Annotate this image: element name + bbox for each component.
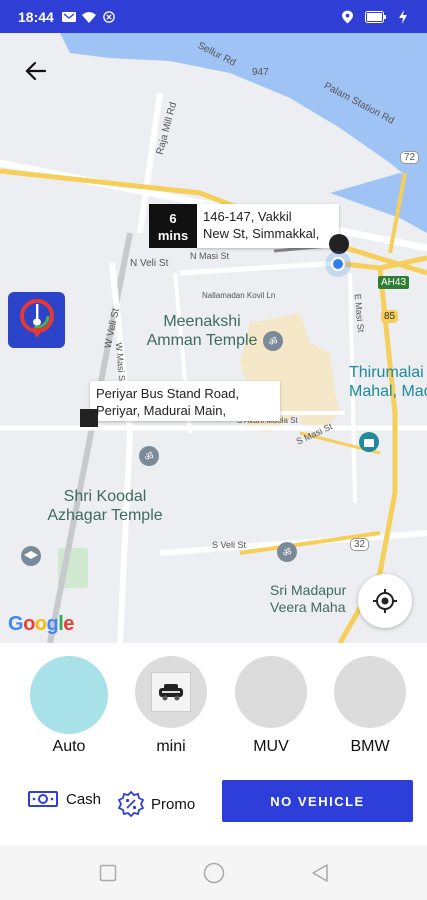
drop-address-label[interactable]: Periyar Bus Stand Road, Periyar, Madurai… bbox=[90, 381, 280, 421]
booking-actions: Cash Promo NO VEHICLE bbox=[0, 780, 427, 824]
guitar-pin-logo-icon bbox=[19, 299, 54, 338]
my-location-button[interactable] bbox=[358, 574, 412, 628]
ride-booking-screen: 18:44 947 72 AH43 85 32 Sellur Rd Palam … bbox=[0, 0, 427, 900]
promo-label: Promo bbox=[151, 795, 196, 813]
route-shield-947: 947 bbox=[252, 67, 269, 78]
status-time: 18:44 bbox=[18, 8, 54, 25]
svg-text:ॐ: ॐ bbox=[144, 451, 153, 463]
vehicle-option-muv[interactable]: MUV bbox=[228, 656, 314, 756]
vehicle-option-auto[interactable]: Auto bbox=[26, 656, 112, 756]
arrow-left-icon bbox=[25, 61, 47, 81]
route-shield-72: 72 bbox=[400, 151, 420, 164]
status-bar: 18:44 bbox=[0, 0, 427, 33]
promo-badge-icon bbox=[117, 790, 145, 818]
location-icon bbox=[342, 10, 353, 23]
pickup-marker bbox=[329, 234, 349, 254]
system-nav-bar bbox=[0, 845, 427, 900]
vehicle-mini-circle bbox=[135, 656, 207, 728]
vehicle-auto-circle bbox=[30, 656, 108, 734]
place-meenakshi: Meenakshi Amman Temple bbox=[146, 313, 258, 349]
wifi-icon bbox=[81, 11, 96, 23]
car-thumbnail-icon bbox=[151, 672, 191, 712]
recents-square-icon[interactable] bbox=[99, 864, 117, 882]
cash-icon bbox=[28, 791, 58, 807]
pickup-address-label[interactable]: 146-147, Vakkil New St, Simmakkal, bbox=[197, 204, 339, 248]
place-pin-icon: ॐ bbox=[277, 542, 297, 562]
app-logo bbox=[8, 292, 65, 348]
crosshair-icon bbox=[373, 589, 397, 613]
route-shield-ah43: AH43 bbox=[378, 276, 410, 289]
place-pin-icon: ॐ bbox=[139, 446, 159, 466]
museum-pin-icon bbox=[359, 432, 379, 452]
street-nallamadan: Nallamadan Kovil Ln bbox=[202, 291, 276, 300]
place-koodal: Shri Koodal Azhagar Temple bbox=[47, 488, 163, 524]
close-circle-icon bbox=[103, 10, 115, 23]
google-logo: Google bbox=[8, 613, 74, 635]
battery-icon bbox=[365, 10, 386, 23]
vehicle-option-bmw[interactable]: BMW bbox=[327, 656, 413, 756]
svg-text:ॐ: ॐ bbox=[282, 547, 291, 559]
vehicle-option-mini[interactable]: mini bbox=[128, 656, 214, 756]
street-n-masi: N Masi St bbox=[190, 251, 230, 261]
vehicle-bmw-circle bbox=[334, 656, 406, 728]
current-location-dot bbox=[331, 257, 345, 271]
home-circle-icon[interactable] bbox=[203, 862, 225, 884]
vehicle-selector: Auto mini MUV BMW bbox=[0, 656, 427, 760]
message-icon bbox=[61, 11, 76, 22]
school-pin-icon bbox=[21, 546, 41, 566]
vehicle-name: Auto bbox=[52, 738, 86, 755]
charging-icon bbox=[399, 9, 407, 24]
place-thirumalai: Thirumalai Mahal, Mad bbox=[349, 364, 427, 400]
no-vehicle-button[interactable]: NO VEHICLE bbox=[222, 780, 413, 822]
payment-label: Cash bbox=[66, 790, 102, 808]
route-shield-85: 85 bbox=[381, 310, 399, 323]
vehicle-muv-circle bbox=[235, 656, 307, 728]
promo-button[interactable]: Promo bbox=[117, 790, 195, 818]
eta-badge: 6 mins bbox=[149, 204, 197, 248]
map-view[interactable]: 947 72 AH43 85 32 Sellur Rd Palam Statio… bbox=[0, 33, 427, 643]
back-triangle-icon[interactable] bbox=[311, 863, 329, 883]
street-n-veli: N Veli St bbox=[130, 258, 169, 269]
street-s-veli: S Veli St bbox=[212, 540, 247, 550]
back-button[interactable] bbox=[18, 53, 54, 89]
eta-unit: mins bbox=[157, 228, 189, 243]
drop-marker bbox=[80, 409, 98, 427]
vehicle-name: MUV bbox=[253, 738, 289, 755]
vehicle-name: mini bbox=[156, 738, 186, 755]
eta-value: 6 bbox=[169, 211, 177, 226]
vehicle-name: BMW bbox=[350, 738, 390, 755]
svg-text:ॐ: ॐ bbox=[268, 336, 277, 348]
route-shield-32: 32 bbox=[350, 538, 370, 551]
payment-method-button[interactable]: Cash bbox=[28, 790, 101, 808]
